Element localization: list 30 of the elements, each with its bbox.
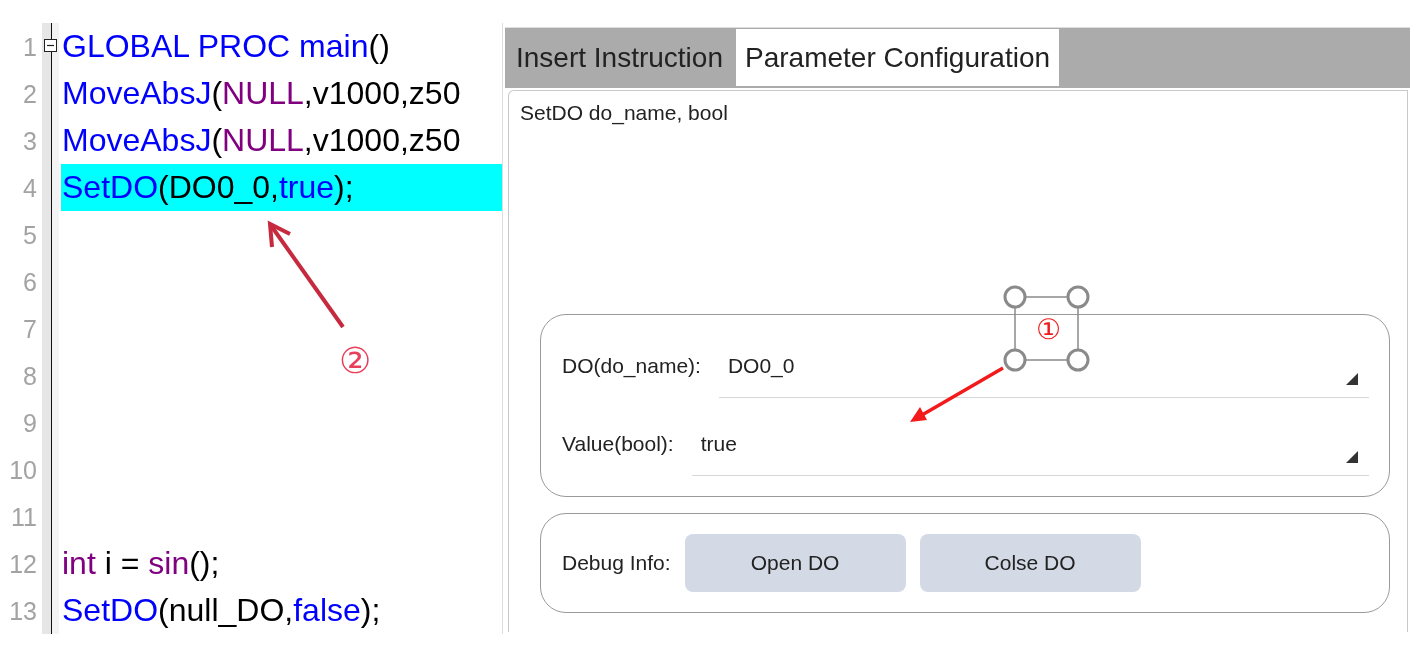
field-label: Value(bool): (562, 432, 674, 456)
line-number: 2 (23, 79, 37, 108)
debug-button[interactable]: Open DO (684, 534, 906, 592)
line-number: 13 (9, 596, 37, 625)
code-line: SetDO(null_DO,false); (61, 591, 381, 630)
field-label: DO(do_name): (562, 354, 701, 378)
code-line: MoveAbsJ(NULL,v1000,z50 (61, 74, 461, 113)
code-line: int i = sin(); (61, 544, 220, 583)
tab[interactable]: Parameter Configuration (736, 29, 1060, 86)
caret-icon (1346, 451, 1358, 463)
line-number: 11 (11, 502, 37, 531)
line-number: 5 (23, 220, 37, 249)
instruction-signature: SetDO do_name, bool (520, 101, 728, 125)
line-number: 6 (23, 267, 37, 296)
line-number: 3 (23, 126, 37, 155)
line-number: 1 (23, 32, 37, 61)
code-line: MoveAbsJ(NULL,v1000,z50 (61, 121, 461, 160)
line-number: 4 (23, 173, 37, 202)
collapse-icon[interactable] (44, 39, 57, 52)
annotation-number: ② (339, 343, 372, 379)
code-line: GLOBAL PROC main() (61, 27, 390, 66)
line-number: 7 (23, 314, 37, 343)
combo-box[interactable]: true (691, 418, 1369, 476)
caret-icon (1346, 373, 1358, 385)
line-number: 8 (23, 361, 37, 390)
debug-button[interactable]: Colse DO (919, 534, 1141, 592)
line-number: 10 (9, 455, 37, 484)
line-number: 12 (9, 549, 37, 578)
line-number: 9 (23, 408, 37, 437)
debug-label: Debug Info: (562, 551, 671, 575)
